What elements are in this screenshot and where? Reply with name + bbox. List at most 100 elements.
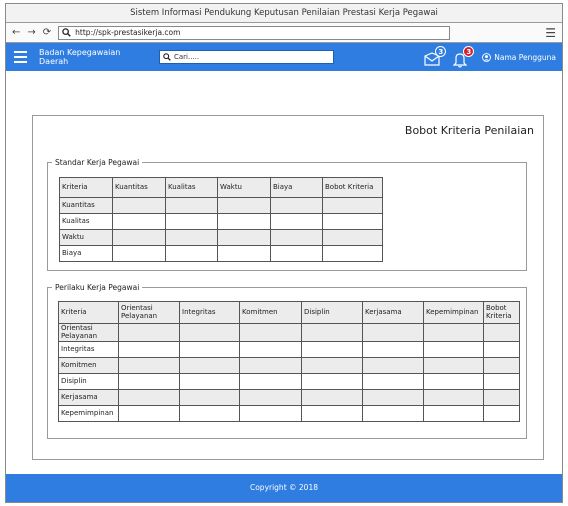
table-cell[interactable] (217, 229, 271, 246)
column-header: Disiplin (301, 301, 363, 324)
table-cell[interactable] (362, 357, 424, 374)
table-cell[interactable] (483, 405, 520, 422)
table-cell[interactable] (118, 341, 180, 358)
table-cell[interactable] (239, 323, 302, 342)
table-cell[interactable] (112, 229, 166, 246)
table-cell[interactable] (217, 197, 271, 214)
table-cell[interactable] (179, 405, 240, 422)
table-cell[interactable] (423, 389, 484, 406)
notifications-count-badge: 3 (463, 46, 475, 57)
url-text: http://spk-prestasikerja.com (75, 28, 181, 37)
table-cell[interactable] (362, 405, 424, 422)
table-cell[interactable] (362, 373, 424, 390)
table-cell[interactable] (322, 213, 383, 230)
perilaku-kerja-section: Perilaku Kerja Pegawai Kriteria Orientas… (47, 283, 527, 439)
search-icon (62, 28, 71, 37)
table-cell[interactable] (423, 405, 484, 422)
table-header-row: Kriteria Kuantitas Kualitas Waktu Biaya … (59, 177, 383, 198)
table-cell[interactable] (423, 323, 484, 342)
table-cell[interactable] (322, 245, 383, 262)
table-cell[interactable] (322, 197, 383, 214)
standar-kerja-section: Standar Kerja Pegawai Kriteria Kuantitas… (47, 158, 527, 271)
table-cell[interactable] (270, 229, 323, 246)
messages-button[interactable]: 3 (422, 46, 447, 67)
brand-name: Badan Kepegawaian Daerah (39, 48, 121, 66)
table-cell[interactable] (239, 389, 302, 406)
table-cell[interactable] (483, 323, 520, 342)
column-header: Bobot Kriteria (483, 301, 520, 324)
perilaku-kerja-table: Kriteria Orientasi Pelayanan Integritas … (58, 301, 520, 422)
table-cell[interactable] (270, 245, 323, 262)
table-cell[interactable] (483, 373, 520, 390)
table-cell[interactable] (362, 389, 424, 406)
table-cell[interactable] (483, 341, 520, 358)
row-label: Biaya (59, 245, 113, 262)
table-cell[interactable] (301, 389, 363, 406)
table-cell[interactable] (179, 341, 240, 358)
table-cell[interactable] (322, 229, 383, 246)
table-cell[interactable] (179, 389, 240, 406)
table-cell[interactable] (301, 373, 363, 390)
table-cell[interactable] (179, 357, 240, 374)
table-cell[interactable] (217, 245, 271, 262)
table-cell[interactable] (270, 213, 323, 230)
table-cell[interactable] (118, 405, 180, 422)
search-input[interactable]: Cari..... (159, 50, 334, 64)
table-cell[interactable] (239, 373, 302, 390)
browser-window: Sistem Informasi Pendukung Keputusan Pen… (5, 3, 563, 503)
notifications-button[interactable]: 3 (450, 46, 475, 68)
table-cell[interactable] (301, 405, 363, 422)
table-cell[interactable] (301, 341, 363, 358)
search-placeholder: Cari..... (174, 53, 200, 61)
table-cell[interactable] (423, 373, 484, 390)
table-cell[interactable] (165, 245, 218, 262)
table-cell[interactable] (301, 323, 363, 342)
row-label: Disiplin (58, 373, 119, 390)
table-cell[interactable] (112, 213, 166, 230)
table-cell[interactable] (362, 323, 424, 342)
reload-icon[interactable]: ⟳ (43, 27, 51, 38)
browser-menu-icon[interactable]: ☰ (545, 27, 556, 39)
user-menu[interactable]: Nama Pengguna (482, 53, 556, 62)
table-cell[interactable] (301, 357, 363, 374)
back-icon[interactable]: ← (12, 27, 20, 38)
table-cell[interactable] (423, 341, 484, 358)
table-cell[interactable] (118, 373, 180, 390)
table-cell[interactable] (165, 197, 218, 214)
table-row: Biaya (59, 245, 383, 262)
table-cell[interactable] (112, 197, 166, 214)
column-header: Waktu (217, 177, 271, 198)
row-label: Kuantitas (59, 197, 113, 214)
table-cell[interactable] (217, 213, 271, 230)
standar-kerja-legend: Standar Kerja Pegawai (55, 158, 140, 167)
table-cell[interactable] (239, 405, 302, 422)
browser-toolbar: ← → ⟳ http://spk-prestasikerja.com ☰ (6, 23, 562, 43)
perilaku-kerja-legend: Perilaku Kerja Pegawai (55, 283, 140, 292)
app-header: Badan Kepegawaian Daerah Cari..... 3 3 N… (6, 43, 562, 71)
table-cell[interactable] (165, 213, 218, 230)
table-cell[interactable] (118, 323, 180, 342)
hamburger-menu-icon[interactable] (14, 51, 27, 63)
table-cell[interactable] (239, 357, 302, 374)
column-header: Orientasi Pelayanan (118, 301, 180, 324)
table-cell[interactable] (179, 373, 240, 390)
row-label: Waktu (59, 229, 113, 246)
address-bar[interactable]: http://spk-prestasikerja.com (58, 25, 451, 40)
table-cell[interactable] (483, 357, 520, 374)
user-avatar-icon (482, 52, 492, 62)
table-cell[interactable] (483, 389, 520, 406)
table-row: Waktu (59, 229, 383, 246)
table-cell[interactable] (270, 197, 323, 214)
table-cell[interactable] (118, 357, 180, 374)
footer: Copyright © 2018 (6, 474, 562, 502)
table-cell[interactable] (165, 229, 218, 246)
table-row: Kerjasama (58, 389, 520, 406)
table-cell[interactable] (362, 341, 424, 358)
table-cell[interactable] (118, 389, 180, 406)
table-cell[interactable] (179, 323, 240, 342)
table-cell[interactable] (423, 357, 484, 374)
table-header-row: Kriteria Orientasi Pelayanan Integritas … (58, 301, 520, 324)
forward-icon[interactable]: → (27, 27, 35, 38)
table-cell[interactable] (112, 245, 166, 262)
table-cell[interactable] (239, 341, 302, 358)
